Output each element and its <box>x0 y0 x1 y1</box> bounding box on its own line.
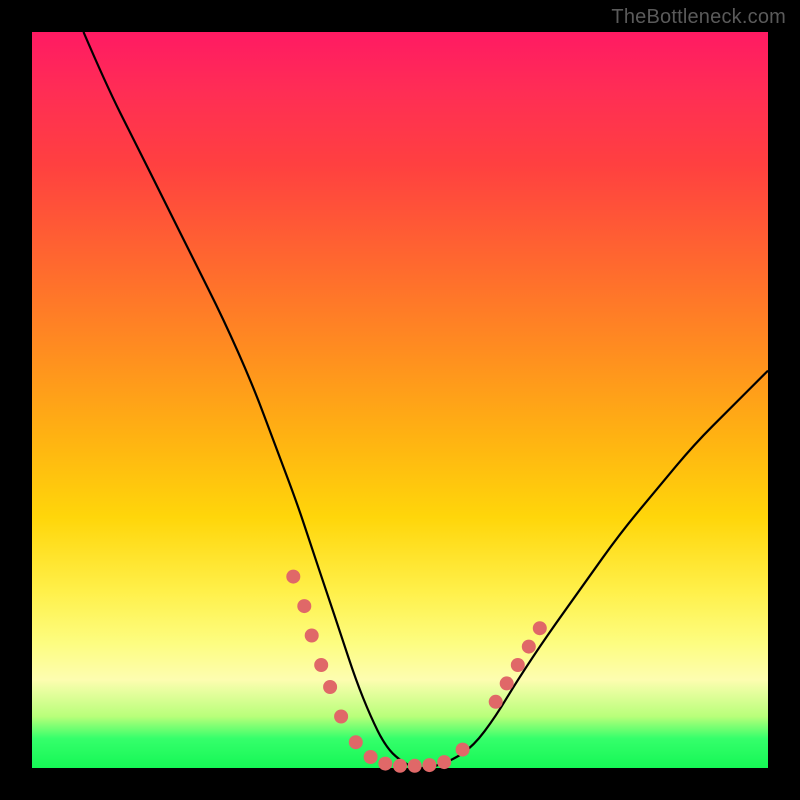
curve-markers <box>286 570 547 773</box>
curve-marker <box>297 599 311 613</box>
curve-marker <box>305 629 319 643</box>
curve-svg <box>32 32 768 768</box>
curve-marker <box>364 750 378 764</box>
curve-marker <box>422 758 436 772</box>
curve-marker <box>378 757 392 771</box>
curve-marker <box>314 658 328 672</box>
curve-marker <box>511 658 525 672</box>
curve-marker <box>500 676 514 690</box>
curve-marker <box>408 759 422 773</box>
curve-marker <box>456 743 470 757</box>
curve-marker <box>286 570 300 584</box>
plot-area <box>32 32 768 768</box>
curve-marker <box>349 735 363 749</box>
bottleneck-curve-path <box>84 32 769 768</box>
curve-marker <box>522 640 536 654</box>
curve-marker <box>393 759 407 773</box>
curve-marker <box>489 695 503 709</box>
curve-marker <box>437 755 451 769</box>
curve-marker <box>533 621 547 635</box>
watermark-text: TheBottleneck.com <box>611 6 786 29</box>
curve-marker <box>323 680 337 694</box>
curve-marker <box>334 710 348 724</box>
chart-frame: TheBottleneck.com <box>0 0 800 800</box>
